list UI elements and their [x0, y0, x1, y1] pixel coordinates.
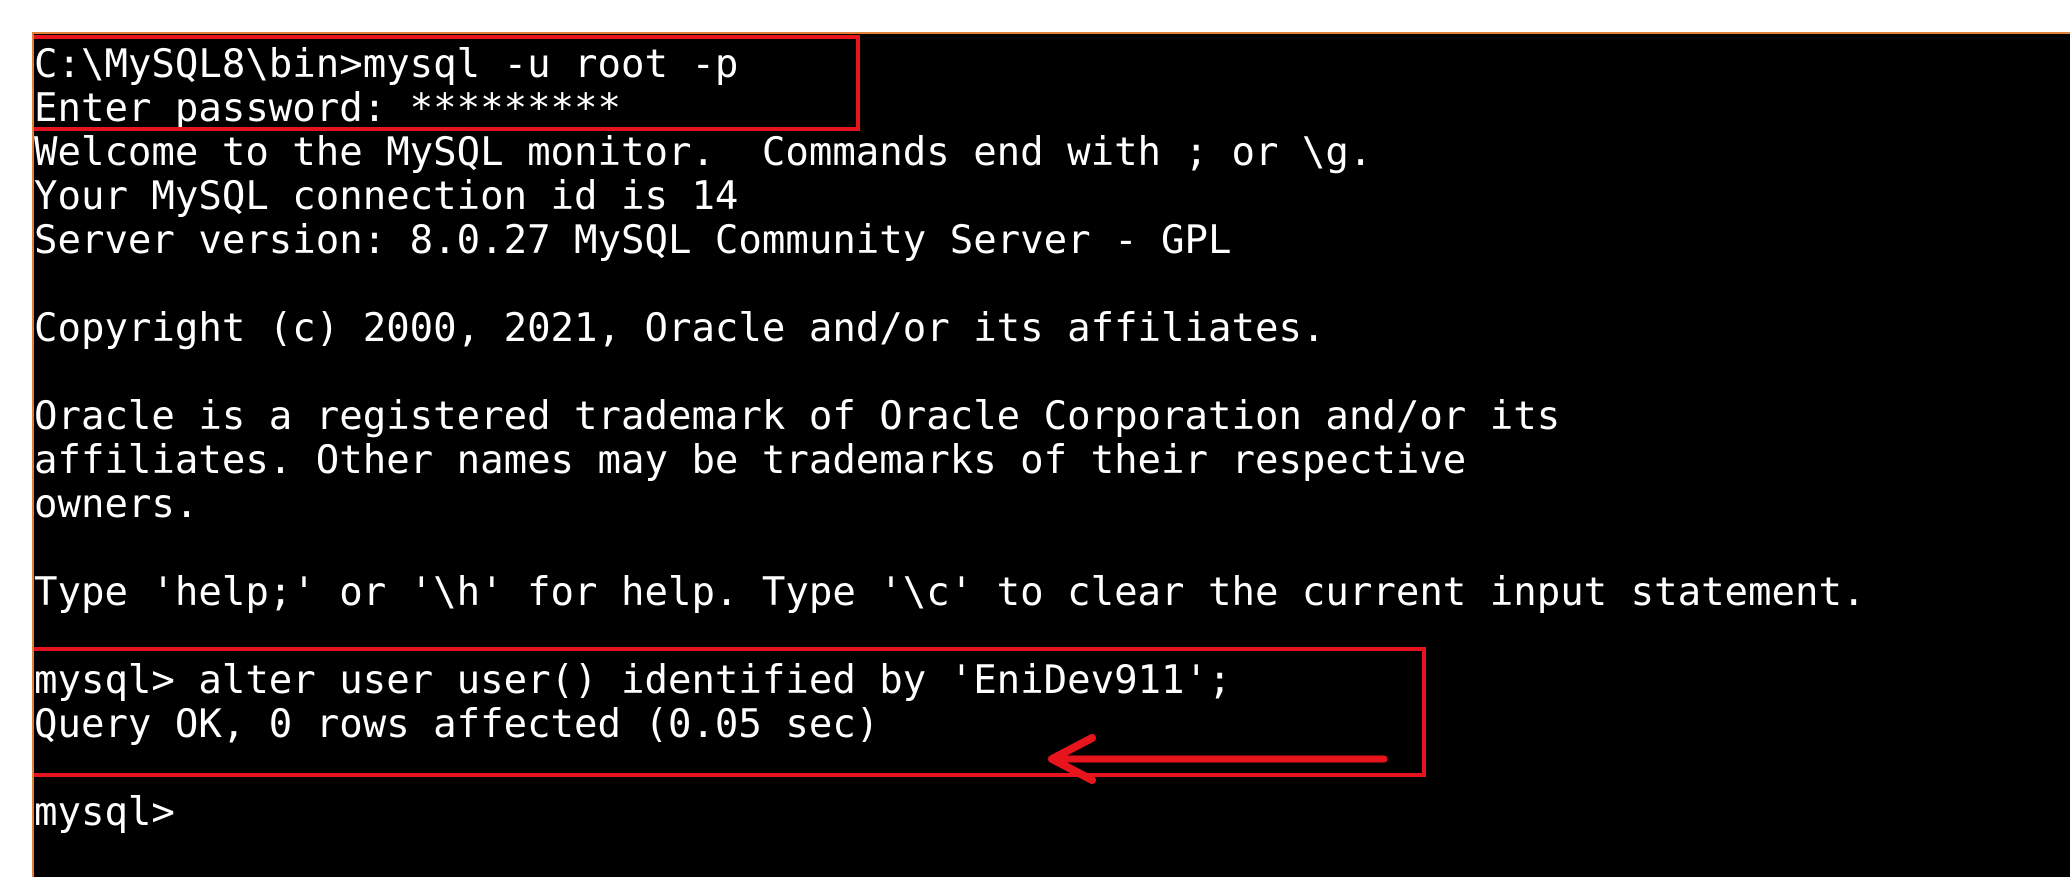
login-highlight-box [34, 35, 860, 131]
server-version-line: Server version: 8.0.27 MySQL Community S… [34, 218, 1232, 263]
welcome-line: Welcome to the MySQL monitor. Commands e… [34, 130, 1373, 175]
connection-id-line: Your MySQL connection id is 14 [34, 174, 739, 219]
help-line: Type 'help;' or '\h' for help. Type '\c'… [34, 570, 1866, 615]
red-arrow-icon [1048, 734, 1388, 784]
mysql-prompt-line[interactable]: mysql> [34, 791, 175, 835]
trademark-line-1: Oracle is a registered trademark of Orac… [34, 394, 1561, 439]
copyright-line: Copyright (c) 2000, 2021, Oracle and/or … [34, 306, 1326, 351]
console-window[interactable]: C:\MySQL8\bin>mysql -u root -p Enter pas… [32, 32, 2070, 877]
trademark-line-3: owners. [34, 482, 199, 527]
trademark-line-2: affiliates. Other names may be trademark… [34, 438, 1467, 483]
